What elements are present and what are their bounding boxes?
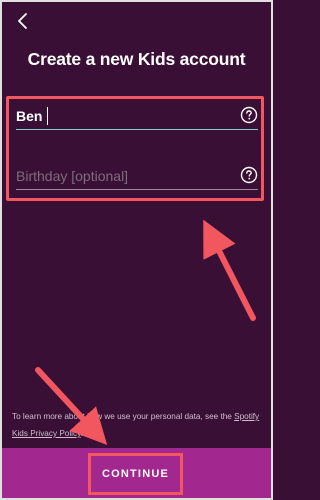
question-circle-icon[interactable] (240, 106, 258, 124)
question-circle-icon[interactable] (240, 166, 258, 184)
birthday-underline (16, 189, 258, 190)
chevron-left-icon (18, 13, 27, 29)
back-button[interactable] (12, 10, 34, 32)
page-title: Create a new Kids account (27, 49, 246, 69)
privacy-suffix: . (80, 429, 83, 438)
arrow-to-fields (203, 219, 256, 321)
text-caret (47, 107, 48, 125)
birthday-input[interactable] (16, 163, 226, 189)
birthday-field[interactable] (16, 163, 258, 193)
privacy-notice: To learn more about how we use your pers… (12, 408, 262, 442)
continue-button[interactable]: CONTINUE (94, 459, 177, 489)
privacy-prefix: To learn more about how we use your pers… (12, 412, 232, 421)
name-underline (16, 129, 258, 130)
name-field[interactable] (16, 103, 258, 133)
